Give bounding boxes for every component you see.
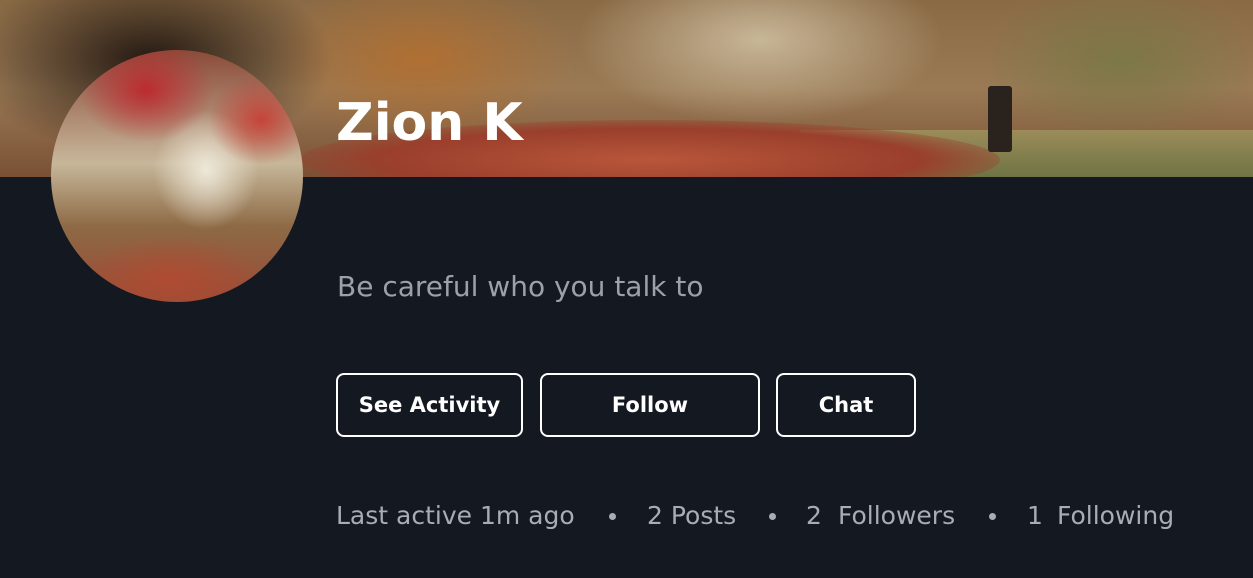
profile-name: Zion K [336,93,523,153]
see-activity-button[interactable]: See Activity [336,373,523,437]
follow-button[interactable]: Follow [540,373,760,437]
following-count: 1 [1027,501,1043,530]
banner-post [988,86,1012,152]
separator-dot [989,513,996,520]
posts-count: 2 Posts [647,501,737,530]
followers-count: 2 [806,501,822,530]
following-label: Following [1057,501,1175,530]
profile-bio: Be careful who you talk to [337,270,704,303]
followers-label: Followers [838,501,956,530]
separator-dot [609,513,616,520]
avatar [51,50,303,302]
chat-button[interactable]: Chat [776,373,916,437]
last-active-text: Last active 1m ago [336,501,575,530]
separator-dot [769,513,776,520]
